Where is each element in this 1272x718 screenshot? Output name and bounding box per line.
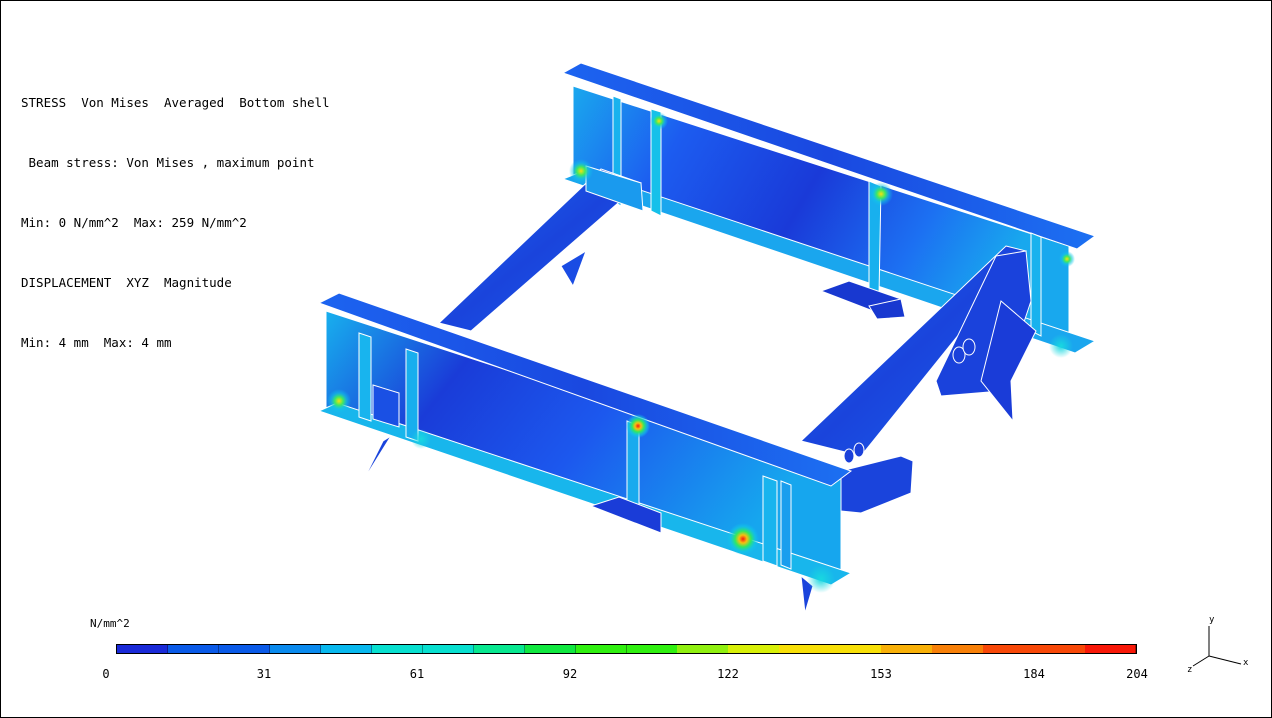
front-stiffener-1 (358, 332, 372, 422)
color-bar-segment (1085, 645, 1137, 653)
color-bar-segment (779, 645, 831, 653)
info-beam-stress-line: Beam stress: Von Mises , maximum point (21, 155, 315, 170)
color-bar-segment (320, 645, 373, 653)
color-bar-segment (422, 645, 475, 653)
hotspot-front-3 (327, 389, 351, 413)
legend-tick-label: 61 (409, 667, 425, 681)
axis-x-label: x (1243, 658, 1249, 668)
color-bar-segment (575, 645, 627, 653)
color-bar-segment (218, 645, 271, 653)
info-displacement-range-line: Min: 4 mm Max: 4 mm (21, 335, 172, 350)
graphics-viewport[interactable]: STRESS Von Mises Averaged Bottom shell B… (0, 0, 1272, 718)
hotspot-front-5 (411, 429, 431, 449)
hotspot-back-2 (869, 182, 893, 206)
axis-y-label: y (1209, 615, 1215, 625)
hotspot-back-1 (569, 159, 593, 183)
front-girder[interactable] (317, 292, 853, 614)
legend-tick-label: 0 (102, 667, 110, 681)
color-bar-segment (269, 645, 322, 653)
hotspot-front-2 (626, 414, 650, 438)
front-box (372, 384, 400, 428)
left-cross-member[interactable] (437, 165, 644, 332)
legend-tick-label: 204 (1126, 667, 1148, 681)
color-bar-segment (881, 645, 933, 653)
hotspot-back-4 (1059, 251, 1075, 267)
legend-tick-label: 31 (256, 667, 272, 681)
front-leg-left (362, 435, 392, 482)
front-stiffener-2 (405, 348, 419, 442)
color-bar-segment (117, 645, 169, 653)
hotspot-front-4 (807, 565, 835, 593)
legend-unit-label: N/mm^2 (90, 617, 130, 630)
axis-z-label: z (1187, 665, 1193, 675)
color-bar-segment (830, 645, 882, 653)
color-bar-segment (167, 645, 220, 653)
legend-tick-label: 153 (870, 667, 892, 681)
color-bar-segment (983, 645, 1035, 653)
color-bar-segment (473, 645, 526, 653)
color-bar-segment (524, 645, 577, 653)
color-bar-segment (626, 645, 678, 653)
hotspot-back-5 (1049, 334, 1073, 358)
info-displacement-line: DISPLACEMENT XYZ Magnitude (21, 275, 232, 290)
front-stiffener-5 (780, 480, 792, 570)
info-stress-range-line: Min: 0 N/mm^2 Max: 259 N/mm^2 (21, 215, 247, 230)
color-bar-segment (1034, 645, 1086, 653)
hotspot-back-3 (650, 112, 668, 130)
color-bar-segment (677, 645, 729, 653)
cross-hole-4 (853, 442, 865, 458)
legend-tick-label: 184 (1023, 667, 1045, 681)
info-stress-line: STRESS Von Mises Averaged Bottom shell (21, 95, 330, 110)
legend-tick-label: 122 (717, 667, 739, 681)
result-info-panel: STRESS Von Mises Averaged Bottom shell B… (21, 53, 330, 393)
axis-triad (1192, 626, 1242, 667)
color-bar-segment (371, 645, 424, 653)
stress-color-bar (116, 644, 1137, 654)
back-stiffener-4 (1030, 232, 1042, 337)
cross-hole-2 (962, 338, 976, 356)
front-stiffener-4 (762, 475, 778, 567)
color-bar-segment (728, 645, 780, 653)
color-bar-segment (932, 645, 984, 653)
left-cross-leg (560, 249, 587, 288)
hotspot-front-1 (727, 523, 759, 555)
right-bracket-tab (840, 455, 914, 514)
legend-tick-label: 92 (562, 667, 578, 681)
cross-hole-3 (843, 448, 855, 464)
